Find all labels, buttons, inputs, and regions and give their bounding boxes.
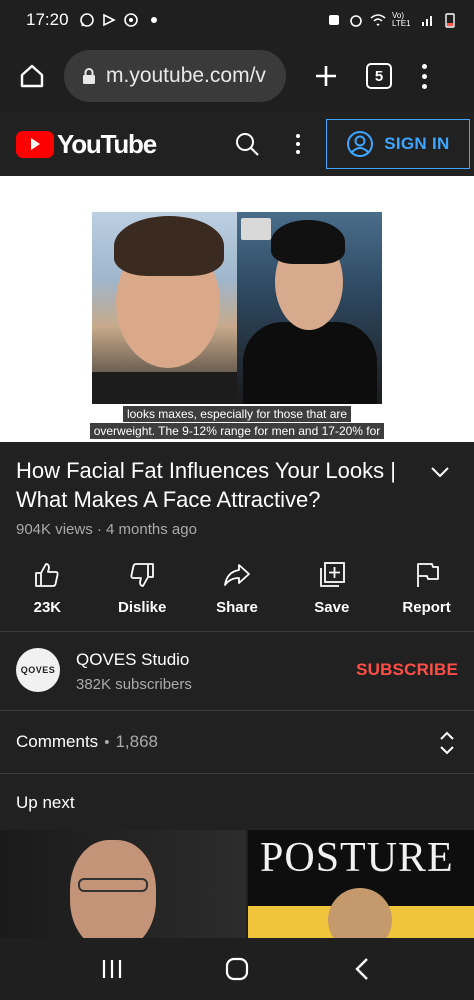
notification-icons <box>79 12 157 28</box>
more-options-button[interactable] <box>292 129 304 159</box>
dislike-label: Dislike <box>118 599 167 616</box>
back-icon <box>354 958 368 980</box>
share-button[interactable]: Share <box>190 556 285 626</box>
youtube-studio-icon <box>102 13 116 27</box>
menu-dot <box>421 73 427 79</box>
thumbnail-text: POSTURE <box>260 835 454 881</box>
network-label: Vo) LTE1 <box>392 11 411 28</box>
system-icons: Vo) LTE1 <box>326 12 458 28</box>
video-meta: 904K views · 4 months ago <box>16 521 197 538</box>
recent-apps-icon <box>103 960 122 978</box>
report-label: Report <box>402 599 451 616</box>
search-icon <box>235 133 259 156</box>
dislike-icon <box>130 563 155 587</box>
comments-row[interactable]: Comments • 1,868 <box>0 711 474 773</box>
home-circle-icon <box>225 957 249 981</box>
video-frame <box>92 212 382 404</box>
youtube-logo-text: YouTube <box>57 128 157 159</box>
youtube-header: YouTube SIGN IN <box>0 112 474 176</box>
video-frame-right <box>237 212 382 404</box>
menu-dot <box>421 83 427 89</box>
back-button[interactable] <box>342 949 382 989</box>
avatar-text: QOVES <box>20 665 56 675</box>
wifi-icon <box>370 14 386 27</box>
expand-collapse-icon[interactable] <box>436 730 458 756</box>
share-icon <box>224 564 250 586</box>
sign-in-label: SIGN IN <box>384 134 450 153</box>
more-notifications-dot <box>150 17 157 23</box>
url-text: m.youtube.com/v <box>106 64 266 87</box>
dislike-button[interactable]: Dislike <box>95 556 190 626</box>
status-time: 17:20 <box>26 10 69 29</box>
save-icon <box>319 562 345 587</box>
whatsapp-icon <box>79 13 94 27</box>
browser-toolbar: m.youtube.com/v 5 <box>0 40 474 112</box>
save-button[interactable]: Save <box>284 556 379 626</box>
caption-line-1: looks maxes, especially for those that a… <box>0 405 474 423</box>
new-tab-button[interactable] <box>308 56 344 96</box>
signal-icon <box>422 16 432 26</box>
menu-dot <box>421 63 427 69</box>
up-next-thumbnail[interactable] <box>0 830 246 938</box>
menu-dot <box>295 134 300 138</box>
system-nav-bar <box>0 938 474 1000</box>
account-icon <box>347 131 374 157</box>
search-button[interactable] <box>232 129 262 159</box>
share-label: Share <box>216 599 258 616</box>
lock-icon <box>83 68 95 84</box>
avatar[interactable]: QOVES <box>16 648 60 692</box>
sign-in-button[interactable]: SIGN IN <box>325 119 470 169</box>
video-title: How Facial Fat Influences Your Looks | W… <box>16 458 396 512</box>
comments-separator: • <box>104 733 110 751</box>
video-frame-left <box>92 212 237 404</box>
alarm-icon <box>329 15 339 25</box>
like-icon <box>35 563 59 587</box>
channel-row[interactable]: QOVES QOVES Studio 382K subscribers SUBS… <box>0 632 474 710</box>
youtube-play-icon <box>16 130 54 158</box>
divider <box>0 773 474 774</box>
subscribe-button[interactable]: SUBSCRIBE <box>356 660 458 680</box>
camera-icon <box>123 13 138 27</box>
tab-switcher-button[interactable]: 5 <box>366 63 392 89</box>
address-bar[interactable]: m.youtube.com/v <box>64 50 286 102</box>
menu-dot <box>295 150 300 154</box>
action-bar: 23K Dislike Share Save Report <box>0 556 474 626</box>
plus-icon <box>316 66 336 86</box>
comments-count: 1,868 <box>115 732 158 751</box>
like-button[interactable]: 23K <box>0 556 95 626</box>
alarm-clock-icon <box>350 15 362 27</box>
up-next-thumbnail[interactable]: POSTURE <box>248 830 474 938</box>
home-icon <box>20 64 44 88</box>
up-next-heading: Up next <box>16 793 75 812</box>
report-icon <box>416 563 439 587</box>
comments-label: Comments <box>16 732 99 751</box>
chevron-down-icon[interactable] <box>428 460 452 484</box>
report-button[interactable]: Report <box>379 556 474 626</box>
channel-name[interactable]: QOVES Studio <box>76 650 189 670</box>
status-bar: 17:20 Vo) LTE1 <box>0 0 474 40</box>
youtube-logo[interactable]: YouTube <box>16 128 157 160</box>
browser-menu-button[interactable] <box>414 56 434 96</box>
save-label: Save <box>314 599 350 616</box>
menu-dot <box>295 142 300 146</box>
home-button[interactable] <box>12 56 52 96</box>
recent-apps-button[interactable] <box>92 949 132 989</box>
video-title-area[interactable]: How Facial Fat Influences Your Looks | W… <box>16 456 416 514</box>
home-nav-button[interactable] <box>217 949 257 989</box>
subscriber-count: 382K subscribers <box>76 676 192 693</box>
video-player[interactable]: looks maxes, especially for those that a… <box>0 176 474 442</box>
caption-line-2: overweight. The 9-12% range for men and … <box>0 422 474 440</box>
like-count: 23K <box>33 599 62 616</box>
battery-icon <box>445 13 455 28</box>
